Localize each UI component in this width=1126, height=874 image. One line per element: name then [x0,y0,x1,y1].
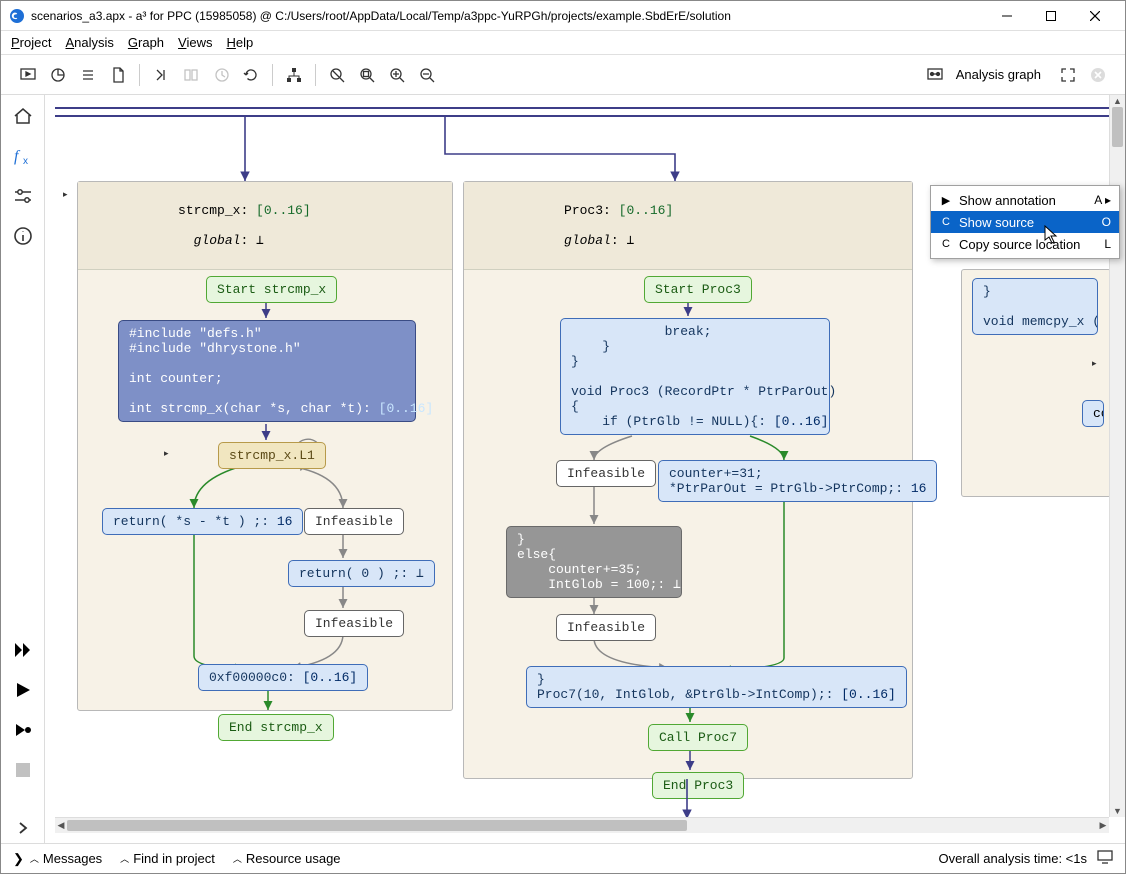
hierarchy-icon[interactable] [279,60,309,90]
collapse-pane1-icon[interactable]: ▸ [63,189,73,199]
left-rail: fx [1,95,45,843]
status-time: Overall analysis time: <1s [939,851,1087,866]
scroll-thumb-h[interactable] [67,820,687,831]
maximize-button[interactable] [1029,2,1073,30]
function-icon[interactable]: fx [8,141,38,171]
c-lang-icon: C [937,216,955,228]
home-icon[interactable] [8,101,38,131]
node-else[interactable]: } else{ counter+=35; IntGlob = 100;: ⊥ [506,526,682,598]
document-icon[interactable] [103,60,133,90]
pie-icon[interactable] [43,60,73,90]
graph-view-icon[interactable] [920,60,950,90]
bar-icon[interactable] [176,60,206,90]
zoom-in-icon[interactable] [382,60,412,90]
node-end-strcmp[interactable]: End strcmp_x [218,714,334,741]
menu-show-source[interactable]: C Show source O [931,211,1119,233]
node-infeasible-2[interactable]: Infeasible [304,610,404,637]
menu-help[interactable]: Help [227,35,254,50]
menu-copy-source-location[interactable]: C Copy source location L [931,233,1119,255]
fast-forward-icon[interactable] [8,635,38,665]
c-lang-icon: C [937,238,955,250]
zoom-out-icon[interactable] [412,60,442,90]
scroll-down-icon[interactable]: ▼ [1110,805,1125,817]
node-proc7call[interactable]: } Proc7(10, IntGlob, &PtrGlb->IntComp);:… [526,666,907,708]
play-to-icon[interactable] [8,715,38,745]
menu-views[interactable]: Views [178,35,212,50]
statusbar: ❯ ︿Messages ︿Find in project ︿Resource u… [1,843,1125,873]
step-in-icon[interactable] [146,60,176,90]
fullscreen-icon[interactable] [1053,60,1083,90]
menu-analysis[interactable]: Analysis [65,35,113,50]
history-icon[interactable] [206,60,236,90]
screen-run-icon[interactable] [13,60,43,90]
window-title: scenarios_a3.apx - a³ for PPC (15985058)… [31,9,985,23]
settings-sliders-icon[interactable] [8,181,38,211]
scroll-up-icon[interactable]: ▲ [1110,95,1125,107]
app-icon [9,8,25,24]
zoom-fit-icon[interactable] [352,60,382,90]
status-resource[interactable]: ︿Resource usage [233,851,341,866]
scroll-thumb-v[interactable] [1112,107,1123,147]
pane-proc3[interactable]: Proc3: [0..16] global: ⊥ [463,181,913,779]
node-counter31[interactable]: counter+=31; *PtrParOut = PtrGlb->PtrCom… [658,460,937,502]
node-call-proc7[interactable]: Call Proc7 [648,724,748,751]
menu-graph[interactable]: Graph [128,35,164,50]
pane-proc3-header: Proc3: [0..16] global: ⊥ [464,182,912,270]
node-memcpy-code[interactable]: } void memcpy_x (cha [972,278,1098,335]
node-end-proc3[interactable]: End Proc3 [652,772,744,799]
node-infeasible-4[interactable]: Infeasible [556,614,656,641]
node-cou[interactable]: cou [1082,400,1104,427]
monitor-icon[interactable] [1097,850,1113,867]
status-find[interactable]: ︿Find in project [120,851,215,866]
status-messages[interactable]: ︿Messages [30,851,102,866]
list-icon[interactable] [73,60,103,90]
node-return-zero[interactable]: return( 0 ) ;: ⊥ [288,560,435,587]
node-loop[interactable]: strcmp_x.L1 [218,442,326,469]
node-return-val[interactable]: return( *s - *t ) ;: 16 [102,508,303,535]
horizontal-scrollbar[interactable]: ◀ ▶ [55,817,1109,833]
toolbar: Analysis graph [1,55,1125,95]
minimize-button[interactable] [985,2,1029,30]
stop-icon[interactable] [8,755,38,785]
node-start-strcmp[interactable]: Start strcmp_x [206,276,337,303]
expand-status-icon[interactable]: ❯ [13,851,24,867]
menubar: Project Analysis Graph Views Help [1,31,1125,55]
info-icon[interactable] [8,221,38,251]
svg-text:f: f [14,148,21,165]
expand-loop-icon[interactable]: ▸ [164,448,174,458]
node-code-proc3[interactable]: break; } } void Proc3 (RecordPtr * PtrPa… [560,318,830,435]
node-start-proc3[interactable]: Start Proc3 [644,276,752,303]
svg-text:x: x [23,156,28,167]
node-infeasible-1[interactable]: Infeasible [304,508,404,535]
context-menu: ▶ Show annotation A ▸ C Show source O C … [930,185,1120,259]
zoom-reset-icon[interactable] [322,60,352,90]
view-label: Analysis graph [956,67,1041,82]
pane-strcmp-header: strcmp_x: [0..16] global: ⊥ [78,182,452,270]
pane-strcmp[interactable]: strcmp_x: [0..16] global: ⊥ [77,181,453,711]
node-infeasible-3[interactable]: Infeasible [556,460,656,487]
close-button[interactable] [1073,2,1117,30]
play-icon[interactable] [8,675,38,705]
expand-rail-icon[interactable] [8,813,38,843]
node-addr[interactable]: 0xf00000c0: [0..16] [198,664,368,691]
scroll-left-icon[interactable]: ◀ [55,818,67,833]
refresh-icon[interactable] [236,60,266,90]
triangle-right-icon: ▶ [937,194,955,207]
close-view-icon[interactable] [1083,60,1113,90]
expand-far-icon[interactable]: ▸ [1092,358,1102,368]
scroll-right-icon[interactable]: ▶ [1097,818,1109,833]
menu-show-annotation[interactable]: ▶ Show annotation A ▸ [931,189,1119,211]
node-code-strcmp[interactable]: #include "defs.h" #include "dhrystone.h"… [118,320,416,422]
pane-memcpy[interactable]: } void memcpy_x (cha ▸ cou [961,269,1109,497]
menu-project[interactable]: Project [11,35,51,50]
